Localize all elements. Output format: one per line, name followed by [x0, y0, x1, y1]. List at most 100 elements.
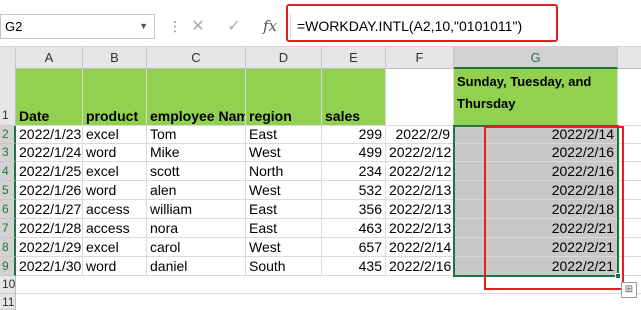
column-header-h[interactable] [618, 47, 641, 69]
region-cell[interactable]: East [246, 126, 322, 144]
row-header-3[interactable]: 3 [0, 144, 16, 162]
row-header-5[interactable]: 5 [0, 181, 16, 200]
header-cell-f[interactable] [386, 69, 454, 126]
region-cell[interactable]: North [246, 162, 322, 181]
date-cell[interactable]: 2022/1/29 [16, 238, 83, 257]
f-result-cell[interactable]: 2022/2/14 [386, 238, 454, 257]
row-header-9[interactable]: 9 [0, 257, 16, 276]
quick-analysis-icon[interactable]: ⊞ [621, 282, 637, 298]
header-cell-g[interactable]: Sunday, Tuesday, and Thursday [454, 69, 618, 126]
date-cell[interactable]: 2022/1/24 [16, 144, 83, 162]
product-cell[interactable]: excel [83, 126, 147, 144]
product-cell[interactable]: excel [83, 162, 147, 181]
date-cell[interactable]: 2022/1/30 [16, 257, 83, 276]
sales-cell[interactable]: 299 [322, 126, 386, 144]
employee-cell[interactable]: daniel [147, 257, 246, 276]
g-result-cell[interactable]: 2022/2/14 [454, 126, 618, 144]
product-cell[interactable]: access [83, 200, 147, 219]
f-result-cell[interactable]: 2022/2/16 [386, 257, 454, 276]
date-cell[interactable]: 2022/1/28 [16, 219, 83, 238]
employee-cell[interactable]: william [147, 200, 246, 219]
column-header-f[interactable]: F [386, 47, 454, 69]
employee-cell[interactable]: Tom [147, 126, 246, 144]
cancel-icon[interactable]: ✕ [186, 14, 210, 39]
f-result-cell[interactable]: 2022/2/13 [386, 200, 454, 219]
date-cell[interactable]: 2022/1/23 [16, 126, 83, 144]
column-header-a[interactable]: A [16, 47, 83, 69]
column-header-d[interactable]: D [246, 47, 322, 69]
sales-cell[interactable]: 657 [322, 238, 386, 257]
f-result-cell[interactable]: 2022/2/9 [386, 126, 454, 144]
f-result-cell[interactable]: 2022/2/12 [386, 144, 454, 162]
header-cell-h[interactable] [618, 69, 641, 126]
row-header-6[interactable]: 6 [0, 200, 16, 219]
date-cell[interactable]: 2022/1/25 [16, 162, 83, 181]
g-result-cell[interactable]: 2022/2/18 [454, 200, 618, 219]
header-cell-employee[interactable]: employee Nam [147, 69, 246, 126]
header-cell-date[interactable]: Date [16, 69, 83, 126]
date-cell[interactable]: 2022/1/26 [16, 181, 83, 200]
enter-icon[interactable]: ✓ [222, 14, 246, 39]
f-result-cell[interactable]: 2022/2/13 [386, 181, 454, 200]
employee-cell[interactable]: Mike [147, 144, 246, 162]
employee-cell[interactable]: nora [147, 219, 246, 238]
g-result-cell[interactable]: 2022/2/21 [454, 257, 618, 276]
h-cell[interactable] [618, 144, 641, 162]
region-cell[interactable]: South [246, 257, 322, 276]
h-cell[interactable] [618, 257, 641, 276]
region-cell[interactable]: West [246, 181, 322, 200]
column-header-e[interactable]: E [322, 47, 386, 69]
sales-cell[interactable]: 499 [322, 144, 386, 162]
h-cell[interactable] [618, 238, 641, 257]
insert-function-icon[interactable]: fx [258, 14, 282, 39]
column-header-g[interactable]: G [454, 47, 618, 69]
more-options-icon[interactable]: ⋮ [168, 16, 182, 36]
f-result-cell[interactable]: 2022/2/12 [386, 162, 454, 181]
row-header-1[interactable]: 1 [0, 69, 16, 126]
region-cell[interactable]: West [246, 238, 322, 257]
chevron-down-icon[interactable]: ▼ [139, 15, 148, 38]
h-cell[interactable] [618, 200, 641, 219]
employee-cell[interactable]: carol [147, 238, 246, 257]
h-cell[interactable] [618, 181, 641, 200]
h-cell[interactable] [618, 162, 641, 181]
g-result-cell[interactable]: 2022/2/16 [454, 162, 618, 181]
region-cell[interactable]: East [246, 200, 322, 219]
product-cell[interactable]: word [83, 144, 147, 162]
sales-cell[interactable]: 532 [322, 181, 386, 200]
region-cell[interactable]: West [246, 144, 322, 162]
g-result-cell[interactable]: 2022/2/21 [454, 238, 618, 257]
g-result-cell[interactable]: 2022/2/16 [454, 144, 618, 162]
sales-cell[interactable]: 435 [322, 257, 386, 276]
row-header-11[interactable]: 11 [0, 294, 16, 310]
employee-cell[interactable]: scott [147, 162, 246, 181]
name-box[interactable]: G2 ▼ [0, 14, 155, 39]
product-cell[interactable]: word [83, 181, 147, 200]
product-cell[interactable]: access [83, 219, 147, 238]
h-cell[interactable] [618, 219, 641, 238]
sales-cell[interactable]: 463 [322, 219, 386, 238]
header-cell-product[interactable]: product [83, 69, 147, 126]
employee-cell[interactable]: alen [147, 181, 246, 200]
h-cell[interactable] [618, 126, 641, 144]
column-header-b[interactable]: B [83, 47, 147, 69]
sales-cell[interactable]: 234 [322, 162, 386, 181]
empty-row-10[interactable] [16, 276, 641, 294]
header-cell-sales[interactable]: sales [322, 69, 386, 126]
fill-handle[interactable] [615, 273, 621, 279]
g-result-cell[interactable]: 2022/2/21 [454, 219, 618, 238]
row-header-2[interactable]: 2 [0, 126, 16, 144]
empty-row-11[interactable] [16, 294, 641, 310]
product-cell[interactable]: word [83, 257, 147, 276]
f-result-cell[interactable]: 2022/2/13 [386, 219, 454, 238]
row-header-4[interactable]: 4 [0, 162, 16, 181]
g-result-cell[interactable]: 2022/2/18 [454, 181, 618, 200]
sales-cell[interactable]: 356 [322, 200, 386, 219]
region-cell[interactable]: East [246, 219, 322, 238]
column-header-c[interactable]: C [147, 47, 246, 69]
date-cell[interactable]: 2022/1/27 [16, 200, 83, 219]
product-cell[interactable]: excel [83, 238, 147, 257]
row-header-7[interactable]: 7 [0, 219, 16, 238]
row-header-10[interactable]: 10 [0, 276, 16, 294]
header-cell-region[interactable]: region [246, 69, 322, 126]
